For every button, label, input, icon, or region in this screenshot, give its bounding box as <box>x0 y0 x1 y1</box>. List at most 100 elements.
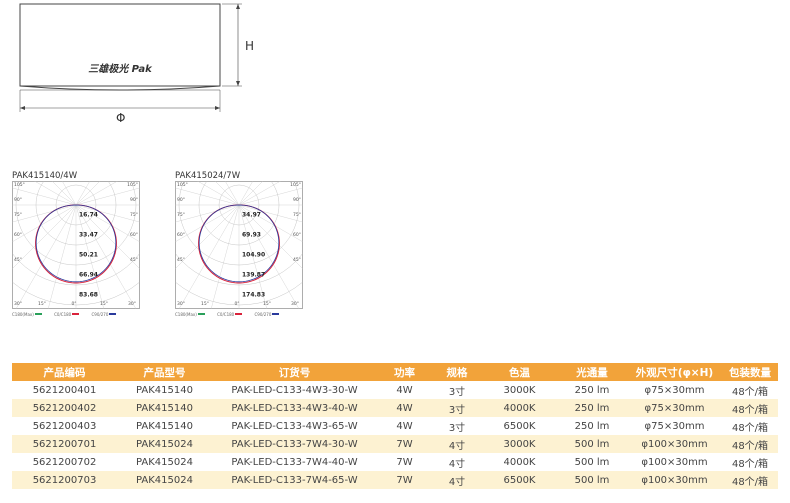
angle-label: 15° <box>201 301 209 307</box>
angle-label: 30° <box>177 301 185 307</box>
column-header: 产品编码 <box>12 363 117 381</box>
table-cell: 5621200703 <box>12 471 117 489</box>
table-cell: 4W <box>396 420 413 432</box>
column-header: 功率 <box>377 363 432 381</box>
polar-grid <box>12 181 140 309</box>
table-cell: 5621200701 <box>12 435 117 453</box>
height-label: H <box>245 39 254 53</box>
table-row: 5621200701 PAK415024 PAK-LED-C133-7W4-30… <box>12 435 778 453</box>
table-cell: 250 lm <box>557 399 627 417</box>
angle-label: 0° <box>234 301 239 307</box>
table-cell: 48个/箱 <box>731 422 769 434</box>
angle-label: 45° <box>14 257 22 263</box>
table-cell: φ75×30mm <box>627 399 722 417</box>
angle-label: 45° <box>293 257 301 263</box>
polar-chart-1-title: PAK415140/4W <box>12 171 78 181</box>
column-header: 色温 <box>482 363 557 381</box>
cd-value-label: 66.94 <box>79 272 98 279</box>
product-drawing: 三雄极光 Pak H Φ <box>19 3 254 125</box>
table-cell: φ100×30mm <box>641 456 708 468</box>
legend-item-label: C90/270 <box>254 311 272 317</box>
brand-logo: 三雄极光 Pak <box>88 63 153 75</box>
angle-label: 45° <box>130 257 138 263</box>
angle-label: 15° <box>263 301 271 307</box>
table-cell: PAK-LED-C133-7W4-40-W <box>231 456 358 468</box>
legend-item-label: C0/C180 <box>217 311 235 317</box>
table-cell: 6500K <box>503 420 536 432</box>
grid-radial-line <box>12 204 77 270</box>
grid-radial-line <box>175 204 240 270</box>
angle-label: 15° <box>38 301 46 307</box>
angle-label: 60° <box>293 232 301 238</box>
angle-label: 105° <box>290 182 301 188</box>
table-cell: PAK-LED-C133-7W4-30-W <box>212 435 377 453</box>
polar-grid <box>175 181 303 309</box>
cd-value-label: 83.68 <box>79 292 98 299</box>
angle-label: 0° <box>71 301 76 307</box>
angle-label: 75° <box>177 212 185 218</box>
column-header: 规格 <box>432 363 482 381</box>
angle-label: 60° <box>177 232 185 238</box>
table-cell: PAK415024 <box>136 456 193 468</box>
table-cell: φ75×30mm <box>644 420 705 432</box>
table-cell: 4寸 <box>432 435 482 453</box>
table-cell: 3寸 <box>448 386 466 398</box>
legend-item-label: C0/C180 <box>54 311 72 317</box>
cd-value-label: 139.87 <box>242 272 265 279</box>
legend-item-label: C180(Max) <box>12 311 34 317</box>
lamp-bottom-curve <box>19 85 221 91</box>
table-cell: 4000K <box>482 399 557 417</box>
table-cell: 48个/箱 <box>722 471 778 489</box>
table-cell: PAK415024 <box>117 435 212 453</box>
table-row: 5621200703 PAK415024 PAK-LED-C133-7W4-65… <box>12 471 778 489</box>
table-cell: 7W <box>396 456 413 468</box>
angle-label: 75° <box>293 212 301 218</box>
angle-label: 15° <box>100 301 108 307</box>
table-cell: 5621200702 <box>32 456 97 468</box>
polar-chart-2-title: PAK415024/7W <box>175 171 241 181</box>
table-cell: 3寸 <box>432 399 482 417</box>
polar-chart-2: 34.97 69.93 104.90 139.87 174.83 105° 105° 90° 9… <box>175 181 303 309</box>
diameter-label: Φ <box>116 111 125 125</box>
angle-label: 90° <box>14 197 22 203</box>
table-cell: 48个/箱 <box>731 458 769 470</box>
table-cell: 7W <box>377 435 432 453</box>
table-cell: PAK-LED-C133-4W3-30-W <box>231 384 358 396</box>
column-header: 包装数量 <box>722 363 778 381</box>
grid-radial-line <box>47 204 77 309</box>
cd-value-label: 50.21 <box>79 252 98 259</box>
cd-value-label: 33.47 <box>79 232 98 239</box>
grid-radial-line <box>210 204 240 309</box>
table-cell: 48个/箱 <box>731 386 769 398</box>
table-row: 5621200702 PAK415024 PAK-LED-C133-7W4-40… <box>12 453 778 471</box>
angle-label: 30° <box>291 301 299 307</box>
grid-radial-line <box>178 204 240 309</box>
angle-label: 105° <box>177 182 188 188</box>
cd-value-label: 34.97 <box>242 212 261 219</box>
angle-label: 105° <box>127 182 138 188</box>
table-cell: 500 lm <box>557 471 627 489</box>
product-spec-table: 产品编码 产品型号 订货号 功率 规格 色温 光通量 外观尺寸(φ×H) 包装数… <box>12 363 778 489</box>
table-cell: 6500K <box>482 471 557 489</box>
table-cell: PAK-LED-C133-4W3-40-W <box>212 399 377 417</box>
table-cell: 500 lm <box>557 435 627 453</box>
table-cell: 48个/箱 <box>722 435 778 453</box>
angle-label: 30° <box>14 301 22 307</box>
angle-label: 30° <box>128 301 136 307</box>
table-header-row: 产品编码 产品型号 订货号 功率 规格 色温 光通量 外观尺寸(φ×H) 包装数… <box>12 363 778 381</box>
table-cell: φ75×30mm <box>644 384 705 396</box>
angle-label: 90° <box>177 197 185 203</box>
table-cell: 500 lm <box>574 456 610 468</box>
table-cell: 4寸 <box>448 458 466 470</box>
table-cell: 4寸 <box>432 471 482 489</box>
table-cell: 7W <box>377 471 432 489</box>
table-cell: φ100×30mm <box>627 435 722 453</box>
legend-item-label: C180(Max) <box>175 311 197 317</box>
table-cell: 48个/箱 <box>722 399 778 417</box>
table-row: 5621200402 PAK415140 PAK-LED-C133-4W3-40… <box>12 399 778 417</box>
table-cell: 5621200403 <box>32 420 97 432</box>
table-cell: PAK415024 <box>117 471 212 489</box>
cd-value-label: 16.74 <box>79 212 98 219</box>
angle-label: 90° <box>130 197 138 203</box>
table-cell: PAK-LED-C133-7W4-65-W <box>212 471 377 489</box>
